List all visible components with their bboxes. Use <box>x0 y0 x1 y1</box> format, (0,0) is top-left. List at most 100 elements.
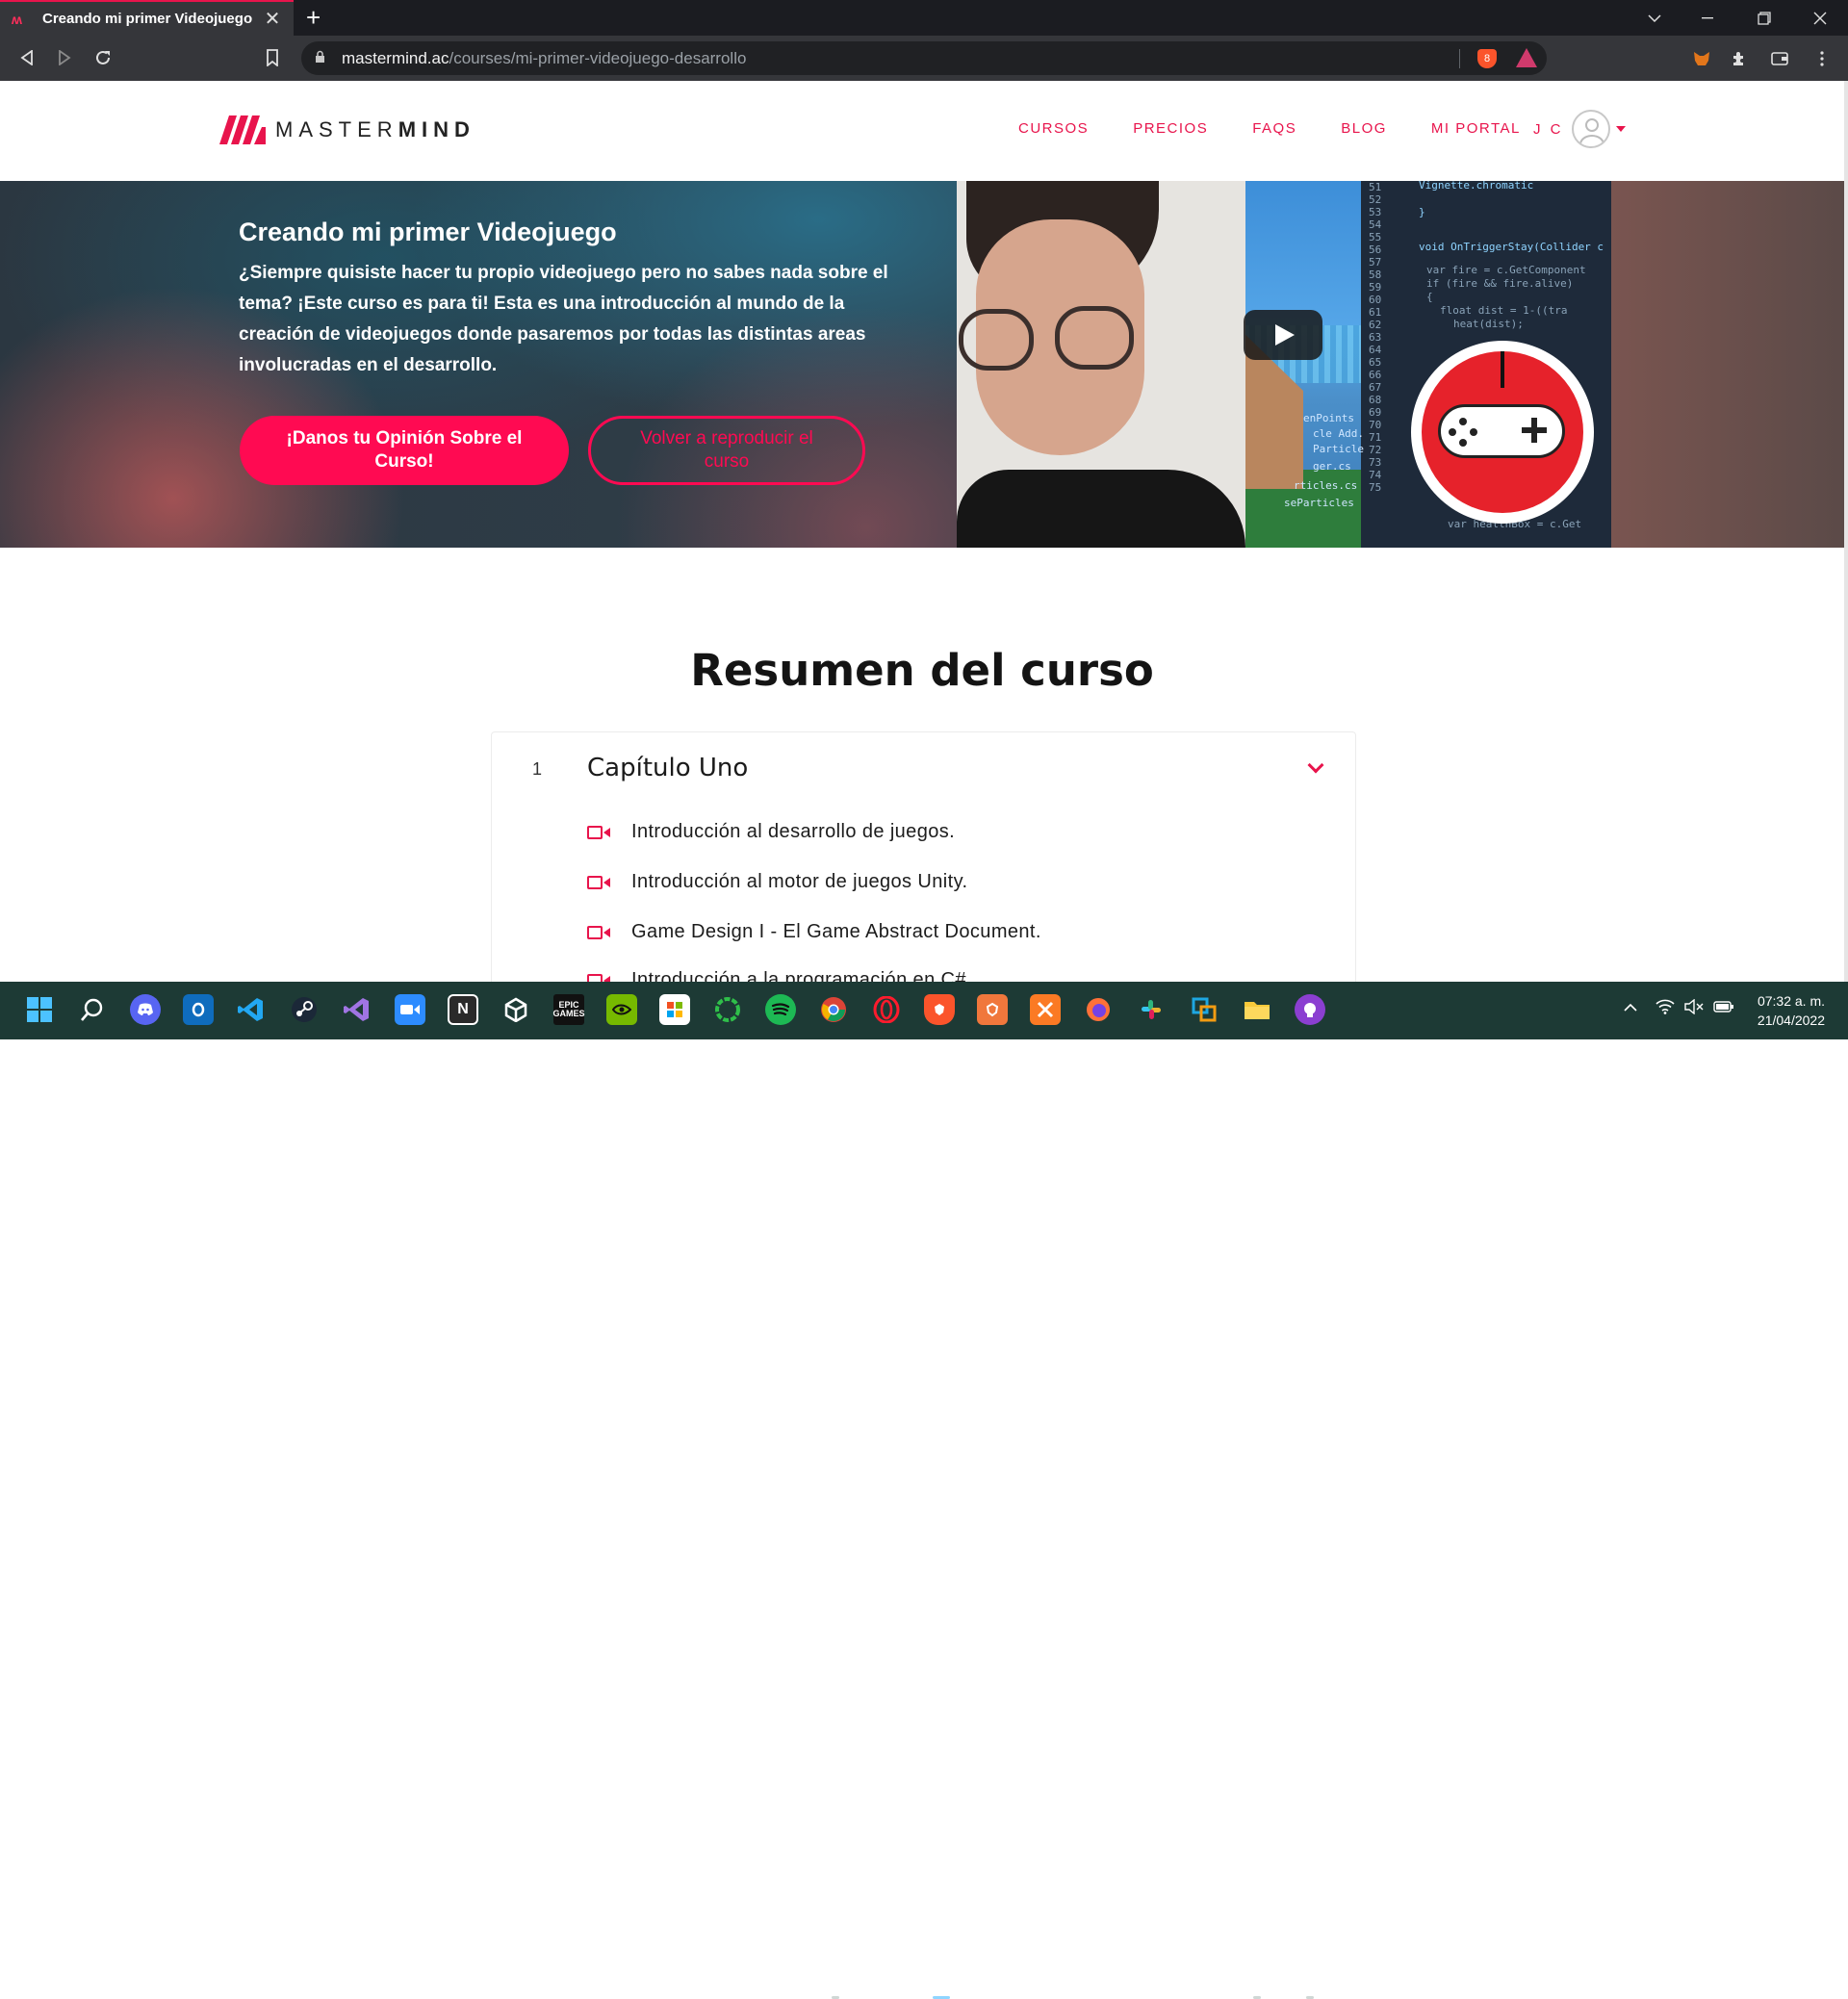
github-desktop-icon[interactable] <box>1295 994 1325 1025</box>
video-camera-icon <box>587 825 610 840</box>
line-number: 54 <box>1369 218 1382 231</box>
restore-icon[interactable] <box>1742 0 1786 36</box>
lesson-item[interactable]: Introducción a la programación en C# <box>587 969 966 982</box>
chapter-number: 1 <box>532 759 543 779</box>
new-tab-button[interactable]: + <box>306 3 321 33</box>
clock-time: 07:32 a. m. <box>1757 993 1825 1009</box>
bookmark-icon[interactable] <box>258 43 287 72</box>
back-icon[interactable] <box>13 43 41 72</box>
user-initials: J C <box>1533 120 1564 138</box>
lesson-item[interactable]: Game Design I - El Game Abstract Documen… <box>587 921 1041 943</box>
visual-studio-icon[interactable] <box>342 994 372 1025</box>
browser-menu-icon[interactable] <box>1810 46 1835 71</box>
extensions-icon[interactable] <box>1727 46 1752 71</box>
page-scrollbar[interactable] <box>1844 81 1848 982</box>
lesson-title: Game Design I - El Game Abstract Documen… <box>631 921 1041 942</box>
url-host: mastermind.ac <box>342 48 449 67</box>
system-clock[interactable]: 07:32 a. m. 21/04/2022 <box>1742 991 1825 1030</box>
brave-rewards-icon[interactable] <box>1516 48 1537 67</box>
lesson-item[interactable]: Introducción al motor de juegos Unity. <box>587 871 967 893</box>
vscode-icon[interactable] <box>236 994 267 1025</box>
code-text: Vignette.chromatic <box>1419 181 1534 192</box>
mastermind-logo[interactable]: MASTERMIND <box>219 115 475 144</box>
play-icon[interactable] <box>1244 310 1322 360</box>
file-explorer-icon[interactable] <box>1242 994 1272 1025</box>
tab-title: Creando mi primer Videojuego <box>42 11 253 27</box>
vmware-icon[interactable] <box>1189 994 1219 1025</box>
line-number: 69 <box>1369 406 1382 419</box>
browser-toolbar: mastermind.ac/courses/mi-primer-videojue… <box>0 36 1848 81</box>
chapter-title[interactable]: Capítulo Uno <box>587 754 748 782</box>
user-menu[interactable]: J C <box>1533 110 1626 148</box>
gamepad-buttons <box>1449 418 1477 447</box>
line-number: 65 <box>1369 356 1382 369</box>
metamask-icon[interactable] <box>1689 46 1714 71</box>
windows-start-icon[interactable] <box>24 994 55 1025</box>
address-bar[interactable]: mastermind.ac/courses/mi-primer-videojue… <box>301 41 1547 75</box>
mastermind-favicon-icon: ʍ <box>12 11 22 27</box>
windows-taskbar: N EPIC GAMES 07:32 a. m. 21/04/2022 <box>0 982 1848 1999</box>
brave-icon[interactable] <box>924 994 955 1025</box>
firefox-icon[interactable] <box>1083 994 1114 1025</box>
opera-icon[interactable] <box>871 994 902 1025</box>
xbox-icon[interactable] <box>712 994 743 1025</box>
zoom-icon[interactable] <box>395 994 425 1025</box>
tab-search-icon[interactable] <box>1632 0 1677 36</box>
minimize-icon[interactable] <box>1685 0 1730 36</box>
notion-icon[interactable]: N <box>448 994 478 1025</box>
tray-overflow-icon[interactable] <box>1624 999 1637 1016</box>
line-number: 63 <box>1369 331 1382 344</box>
code-text: heat(dist); <box>1453 318 1524 330</box>
search-icon[interactable] <box>77 994 108 1025</box>
file-label: rticles.cs <box>1294 479 1358 492</box>
epic-games-icon[interactable]: EPIC GAMES <box>553 994 585 1025</box>
microsoft-store-icon[interactable] <box>659 994 690 1025</box>
omnibox-divider <box>1459 49 1460 68</box>
line-number: 62 <box>1369 319 1382 331</box>
lesson-item[interactable]: Introducción al desarrollo de juegos. <box>587 821 955 843</box>
xampp-icon[interactable] <box>1030 994 1061 1025</box>
nav-cursos[interactable]: CURSOS <box>1018 120 1089 137</box>
slack-icon[interactable] <box>1136 994 1167 1025</box>
brave-shields-icon[interactable]: 8 <box>1477 49 1497 68</box>
code-text: if (fire && fire.alive) <box>1426 277 1574 290</box>
course-title: Creando mi primer Videojuego <box>239 218 617 246</box>
code-text: } <box>1419 206 1425 218</box>
spotify-icon[interactable] <box>765 994 796 1025</box>
brave-beta-icon[interactable] <box>977 994 1008 1025</box>
outlook-icon[interactable] <box>183 994 214 1025</box>
gamepad-cord <box>1501 351 1504 388</box>
nav-precios[interactable]: PRECIOS <box>1133 120 1208 137</box>
unity-icon[interactable] <box>500 994 531 1025</box>
nav-blog[interactable]: BLOG <box>1341 120 1387 137</box>
close-window-icon[interactable] <box>1798 0 1842 36</box>
line-number: 56 <box>1369 243 1382 256</box>
chrome-icon[interactable] <box>818 994 849 1025</box>
wallet-icon[interactable] <box>1767 46 1792 71</box>
steam-icon[interactable] <box>289 994 320 1025</box>
wifi-icon[interactable] <box>1656 999 1675 1019</box>
discord-icon[interactable] <box>130 994 161 1025</box>
feedback-button[interactable]: ¡Danos tu Opinión Sobre el Curso! <box>240 416 569 485</box>
code-text: void OnTriggerStay(Collider c <box>1419 241 1604 253</box>
forward-icon[interactable] <box>50 43 79 72</box>
chevron-down-icon[interactable] <box>1307 756 1324 774</box>
lock-icon <box>315 50 328 66</box>
volume-muted-icon[interactable] <box>1684 998 1704 1019</box>
nvidia-icon[interactable] <box>606 994 637 1025</box>
battery-charging-icon[interactable] <box>1713 999 1734 1019</box>
clock-date: 21/04/2022 <box>1757 1012 1825 1028</box>
line-number: 75 <box>1369 481 1382 494</box>
code-text: var fire = c.GetComponent <box>1426 264 1586 276</box>
video-camera-icon <box>587 875 610 890</box>
code-text: float dist = 1-((tra <box>1440 304 1568 317</box>
tab-close-icon[interactable]: ✕ <box>263 7 282 31</box>
course-video-thumbnail[interactable]: 51 52 53 54 55 56 57 58 59 60 61 62 63 6… <box>957 181 1611 548</box>
replay-course-button[interactable]: Volver a reproducir el curso <box>588 416 865 485</box>
nav-faqs[interactable]: FAQS <box>1252 120 1296 137</box>
nav-mi-portal[interactable]: MI PORTAL <box>1431 120 1521 137</box>
reload-icon[interactable] <box>89 43 117 72</box>
line-number: 55 <box>1369 231 1382 243</box>
browser-tab[interactable]: ʍ Creando mi primer Videojuego ✕ <box>0 0 294 36</box>
lesson-title: Introducción a la programación en C# <box>631 969 966 982</box>
